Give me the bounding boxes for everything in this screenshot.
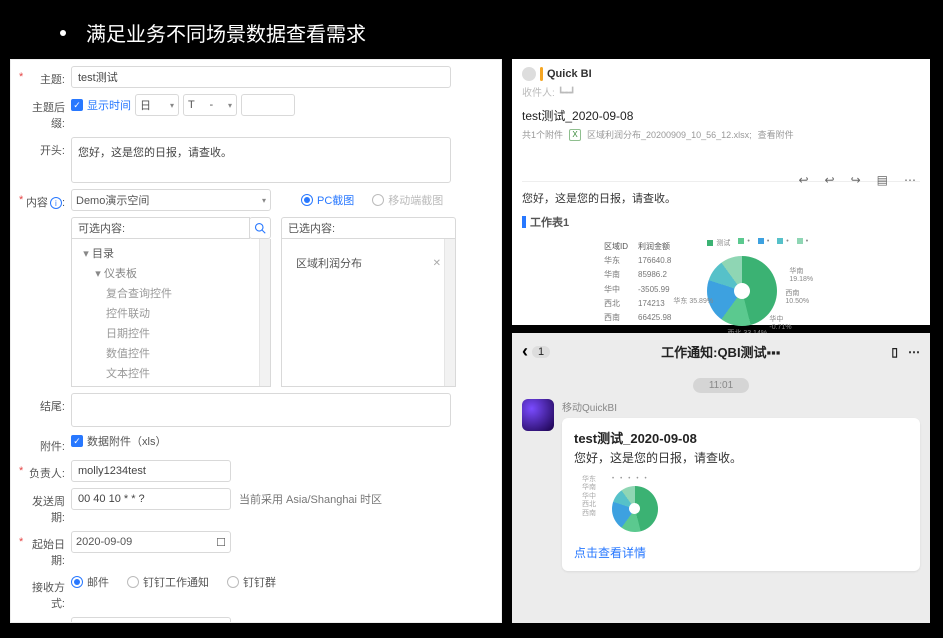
brand-avatar <box>522 67 536 81</box>
startdate-picker[interactable]: 2020-09-09☐ <box>71 531 231 553</box>
tree-item[interactable]: 日期控件 <box>72 323 270 343</box>
tree-item[interactable]: 数值控件 <box>72 343 270 363</box>
chosen-item[interactable]: 区域利润分布 ✕ <box>290 251 447 275</box>
channel-mail-radio[interactable] <box>71 576 83 588</box>
cron-hint: 当前采用 Asia/Shanghai 时区 <box>239 491 382 507</box>
remove-icon[interactable]: ✕ <box>433 258 441 269</box>
channel-dinggroup-label: 钉钉群 <box>243 574 276 590</box>
more-icon[interactable]: ⋯ <box>908 345 920 359</box>
sender-name: 移动QuickBI <box>562 399 920 414</box>
footer-textarea[interactable] <box>71 393 451 427</box>
slice-label: 华中 -0.71% <box>769 314 791 331</box>
channel-mail-label: 邮件 <box>87 574 109 590</box>
email-preview: Quick BI 收件人: ┗━━┛ test测试_2020-09-08 共1个… <box>512 59 930 325</box>
detail-link[interactable]: 点击查看详情 <box>574 544 908 561</box>
chosen-item-label: 区域利润分布 <box>296 255 362 271</box>
subscription-form: *主题: 主题后缀: ✓ 显示时间 日▾ T-▾ 开头: 您好，这是您的日报，请… <box>10 59 502 623</box>
tree-item[interactable]: 复合查询控件 <box>72 283 270 303</box>
more-icon[interactable]: ⋯ <box>904 173 916 187</box>
slide-title: 满足业务不同场景数据查看需求 <box>86 18 366 47</box>
cron-input[interactable] <box>71 488 231 510</box>
attach-count: 共1个附件 <box>522 128 563 141</box>
suffix-t-select[interactable]: T-▾ <box>183 94 237 116</box>
chosen-header: 已选内容: <box>281 217 456 239</box>
pie-legend: 测试•••• <box>707 238 907 248</box>
reply-all-icon[interactable]: ↩ <box>825 173 835 187</box>
calendar-icon: ☐ <box>216 536 226 549</box>
available-header: 可选内容: <box>71 217 250 239</box>
sender-avatar[interactable] <box>522 399 554 431</box>
scrollbar-thumb[interactable] <box>261 241 269 259</box>
card-message: 您好，这是您的日报，请查收。 <box>574 449 908 466</box>
channel-dingwork-radio[interactable] <box>127 576 139 588</box>
tree-item[interactable]: 控件联动 <box>72 303 270 323</box>
channel-label: 接收方式: <box>32 582 65 610</box>
space-select[interactable]: Demo演示空间▾ <box>71 189 271 211</box>
email-chart: 区域ID利润金额 华东176640.8 华南85986.2 华中-3505.99… <box>598 238 920 326</box>
forward-icon[interactable]: ↪ <box>851 173 861 187</box>
show-time-checkbox[interactable]: ✓ <box>71 99 83 111</box>
mobile-preview: ‹ 1 工作通知:QBI测试▪▪▪ ▯ ⋯ 11:01 移动QuickBI te… <box>512 333 930 623</box>
brand-accent <box>540 67 543 81</box>
startdate-label: 起始日期: <box>32 539 65 567</box>
mobile-title: 工作通知:QBI测试▪▪▪ <box>661 342 780 361</box>
attach-filename[interactable]: 区域利润分布_20200909_10_56_12.xlsx; <box>587 128 752 141</box>
xls-icon: X <box>569 129 581 141</box>
slice-label: 华南 19.18% <box>789 266 813 283</box>
slice-label: 华东 35.89% <box>673 296 713 306</box>
tree-root[interactable]: 目录 <box>92 248 114 260</box>
tree-dashboards[interactable]: 仪表板 <box>104 268 137 280</box>
channel-dinggroup-radio[interactable] <box>227 576 239 588</box>
attach-label: 附件: <box>40 441 65 453</box>
info-icon[interactable]: i <box>50 197 62 209</box>
available-listbox[interactable]: ▾目录 ▾仪表板 复合查询控件 控件联动 日期控件 数值控件 文本控件 百分比堆… <box>71 239 271 387</box>
suffix-label: 主题后缀: <box>32 102 65 130</box>
back-icon[interactable]: ‹ <box>522 341 528 362</box>
email-greeting: 您好，这是您的日报，请查收。 <box>522 190 920 206</box>
slice-label: 西南 10.50% <box>785 288 809 305</box>
reply-icon[interactable]: ↩ <box>798 173 808 187</box>
footer-label: 结尾: <box>40 401 65 413</box>
show-time-text: 显示时间 <box>87 97 131 113</box>
filter-icon[interactable]: ▯ <box>891 345 898 359</box>
search-icon[interactable] <box>249 217 271 239</box>
content-label: 内容 <box>26 197 48 209</box>
owner-label: 负责人: <box>29 468 65 480</box>
device-pc-radio[interactable] <box>301 194 313 206</box>
email-subject: test测试_2020-09-08 <box>522 107 920 124</box>
header-textarea[interactable]: 您好，这是您的日报，请查收。 <box>71 137 451 183</box>
card-chart: 华东华南华中西北西南 ••••• <box>574 476 908 532</box>
owner-input[interactable] <box>71 460 231 482</box>
unread-badge: 1 <box>532 346 550 358</box>
device-mobile-radio <box>372 194 384 206</box>
suffix-offset-input[interactable] <box>241 94 295 116</box>
attach-checkbox[interactable]: ✓ <box>71 435 83 447</box>
worksheet-title: 工作表1 <box>530 214 569 230</box>
view-attachment-link[interactable]: 查看附件 <box>758 128 794 141</box>
tree-item[interactable]: 文本控件 <box>72 363 270 383</box>
chart-data-table: 区域ID利润金额 华东176640.8 华南85986.2 华中-3505.99… <box>598 238 677 326</box>
attach-text: 数据附件（xls） <box>87 433 166 449</box>
channel-dingwork-label: 钉钉工作通知 <box>143 574 209 590</box>
tree-item[interactable]: 百分比堆积柱状图 <box>72 383 270 387</box>
email-to-label: 收件人: <box>522 88 555 99</box>
subject-input[interactable] <box>71 66 451 88</box>
card-title: test测试_2020-09-08 <box>574 428 908 447</box>
suffix-unit-select[interactable]: 日▾ <box>135 94 179 116</box>
message-timestamp: 11:01 <box>693 378 749 393</box>
recipient-select[interactable]: 输入关键词▾ <box>71 617 231 623</box>
message-bubble[interactable]: test测试_2020-09-08 您好，这是您的日报，请查收。 华东华南华中西… <box>562 418 920 571</box>
cron-label: 发送周期: <box>32 496 65 524</box>
device-pc-label: PC截图 <box>317 192 354 208</box>
header-label: 开头: <box>40 145 65 157</box>
archive-icon[interactable]: ▤ <box>877 173 888 187</box>
subject-label: 主题: <box>40 74 65 86</box>
brand-name: Quick BI <box>547 68 592 80</box>
pie-chart <box>707 256 777 326</box>
device-mobile-label: 移动端截图 <box>388 192 443 208</box>
chosen-listbox[interactable]: 区域利润分布 ✕ <box>281 239 456 387</box>
